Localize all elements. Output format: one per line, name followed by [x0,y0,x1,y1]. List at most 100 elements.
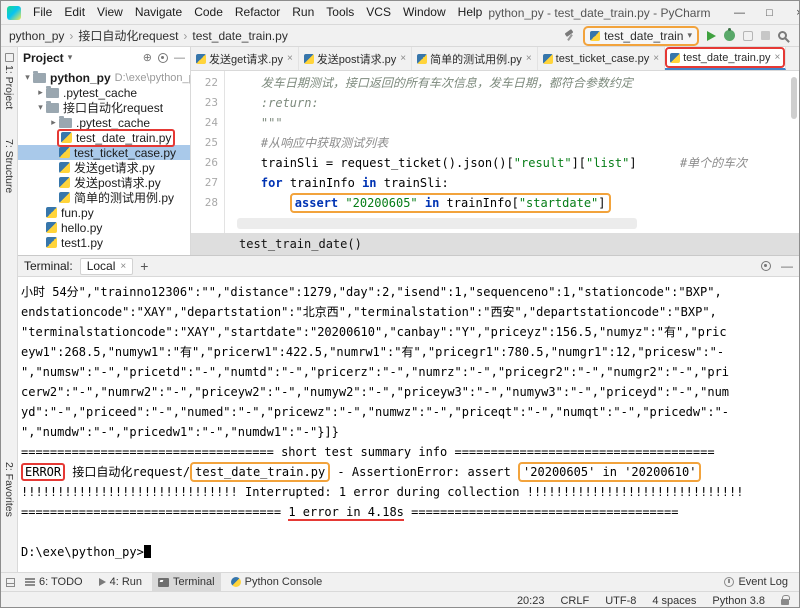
code-line-call[interactable]: test_train_date() [239,237,362,251]
close-icon[interactable]: × [653,53,659,64]
sidebar-item-favorites[interactable]: 2: Favorites [3,462,15,517]
tree-item-test1.py[interactable]: test1.py [18,235,190,250]
menu-edit[interactable]: Edit [58,1,91,24]
code-line-24[interactable]: """ [232,113,799,133]
terminal-line [21,522,799,542]
toolbar-item-todo[interactable]: 6: TODO [19,573,89,592]
breadcrumb-item[interactable]: test_date_train.py [190,29,289,43]
tab-test_ticket_case.py[interactable]: test_ticket_case.py× [538,47,665,70]
close-icon[interactable]: × [287,53,293,64]
terminal-line: ==================================== 1 e… [21,502,799,522]
gear-icon[interactable] [761,261,771,271]
editor-scrollbar[interactable] [791,77,797,119]
debug-button[interactable] [724,30,735,41]
line-number: 23 [191,93,224,113]
toolbar-item-run[interactable]: 4: Run [93,573,148,592]
terminal-actions: — [761,259,793,273]
code-line-25[interactable]: #从响应中获取测试列表 [232,133,799,153]
close-icon[interactable]: × [400,53,406,64]
tree-collapse-icon[interactable]: ▾ [35,102,46,113]
tree-item-content: test1.py [46,236,103,250]
menu-help[interactable]: Help [452,1,489,24]
breadcrumb-item[interactable]: 接口自动化request [76,27,180,44]
menu-run[interactable]: Run [286,1,320,24]
minimize-panel-icon[interactable]: — [781,259,793,273]
tab-发送post请求.py[interactable]: 发送post请求.py× [299,47,412,70]
build-hammer-icon[interactable] [564,30,575,41]
tree-expand-icon[interactable]: ▸ [48,117,59,128]
terminal-cursor [144,545,151,558]
status-line-separator[interactable]: CRLF [560,595,589,607]
breadcrumb-item[interactable]: python_py [7,29,66,43]
minimize-button[interactable]: — [724,1,754,24]
run-button[interactable] [707,31,716,41]
tree-item-简单的测试用例.py[interactable]: 简单的测试用例.py [18,190,190,205]
stop-icon[interactable] [761,31,770,40]
close-icon[interactable]: × [526,53,532,64]
tree-item-发送get请求.py[interactable]: 发送get请求.py [18,160,190,175]
tree-item-接口自动化request[interactable]: ▾接口自动化request [18,100,190,115]
coverage-icon[interactable] [743,31,753,41]
menu-tools[interactable]: Tools [320,1,360,24]
run-toolbar: test_date_train ▾ [564,26,793,46]
menu-code[interactable]: Code [188,1,229,24]
terminal-tab-local[interactable]: Local × [80,258,134,275]
tree-item-fun.py[interactable]: fun.py [18,205,190,220]
terminal-output[interactable]: 小时 54分","trainno12306":"","distance":127… [18,277,799,572]
sidebar-item-structure[interactable]: 7: Structure [3,139,15,193]
tree-item-hello.py[interactable]: hello.py [18,220,190,235]
menu-vcs[interactable]: VCS [360,1,397,24]
menu-view[interactable]: View [91,1,129,24]
hide-panel-icon[interactable]: — [174,52,185,64]
tree-item-python_py[interactable]: ▾python_pyD:\exe\python_p [18,70,190,85]
tool-switcher-icon[interactable] [6,578,15,587]
editor-code-lines[interactable]: 发车日期测试，接口返回的所有车次信息，发车日期，都符合参数约定 :return:… [226,71,799,233]
editor-body[interactable]: 22232425262728 发车日期测试，接口返回的所有车次信息，发车日期，都… [191,71,799,233]
tree-expand-icon[interactable]: ▸ [35,87,46,98]
maximize-button[interactable]: □ [754,1,784,24]
search-icon[interactable] [778,31,787,40]
status-caret-position[interactable]: 20:23 [517,595,545,607]
tree-item-test_ticket_case.py[interactable]: test_ticket_case.py [18,145,190,160]
menu-window[interactable]: Window [397,1,452,24]
chevron-down-icon[interactable]: ▾ [68,52,73,63]
toolbar-item-python-console[interactable]: Python Console [225,573,329,592]
new-terminal-button[interactable]: + [140,258,148,274]
toolbar-item-terminal[interactable]: Terminal [152,573,221,592]
tree-collapse-icon[interactable]: ▾ [22,72,33,83]
menu-navigate[interactable]: Navigate [129,1,188,24]
tree-item-发送post请求.py[interactable]: 发送post请求.py [18,175,190,190]
tree-item-.pytest_cache[interactable]: ▸.pytest_cache [18,85,190,100]
lock-icon[interactable] [781,599,789,605]
status-indent-style[interactable]: 4 spaces [652,595,696,607]
sidebar-item-project[interactable]: 1: Project [3,53,15,109]
close-button[interactable]: × [784,1,800,24]
close-icon[interactable]: × [120,261,126,272]
tab-发送get请求.py[interactable]: 发送get请求.py× [191,47,299,70]
line-number: 25 [191,133,224,153]
gear-icon[interactable] [158,53,168,63]
toolbar-item-event-log[interactable]: Event Log [718,573,794,592]
menu-refactor[interactable]: Refactor [229,1,286,24]
run-config-selector[interactable]: test_date_train ▾ [583,26,699,46]
tree-item-.pytest_cache[interactable]: ▸.pytest_cache [18,115,190,130]
code-line-27[interactable]: for trainInfo in trainSli: [232,173,799,193]
project-panel-title[interactable]: Project [23,51,64,65]
code-line-23[interactable]: :return: [232,93,799,113]
tab-简单的测试用例.py[interactable]: 简单的测试用例.py× [412,47,538,70]
tree-item-test_date_train.py[interactable]: test_date_train.py [18,130,190,145]
locate-file-icon[interactable]: ⊕ [143,51,152,64]
line-number: 26 [191,153,224,173]
code-line-28[interactable]: assert "20200605" in trainInfo["startdat… [232,193,799,213]
menu-bar: FileEditViewNavigateCodeRefactorRunTools… [27,1,488,24]
terminal-line: yd":"-","priceed":"-","numed":"-","price… [21,402,799,422]
folder-icon [33,73,46,83]
status-encoding[interactable]: UTF-8 [605,595,636,607]
code-line-26[interactable]: trainSli = request_ticket().json()["resu… [232,153,799,173]
folder-icon [46,88,59,98]
menu-file[interactable]: File [27,1,58,24]
status-interpreter[interactable]: Python 3.8 [712,595,765,607]
tab-test_date_train.py[interactable]: test_date_train.py× [665,47,786,70]
close-icon[interactable]: × [775,52,781,63]
code-line-22[interactable]: 发车日期测试，接口返回的所有车次信息，发车日期，都符合参数约定 [232,73,799,93]
